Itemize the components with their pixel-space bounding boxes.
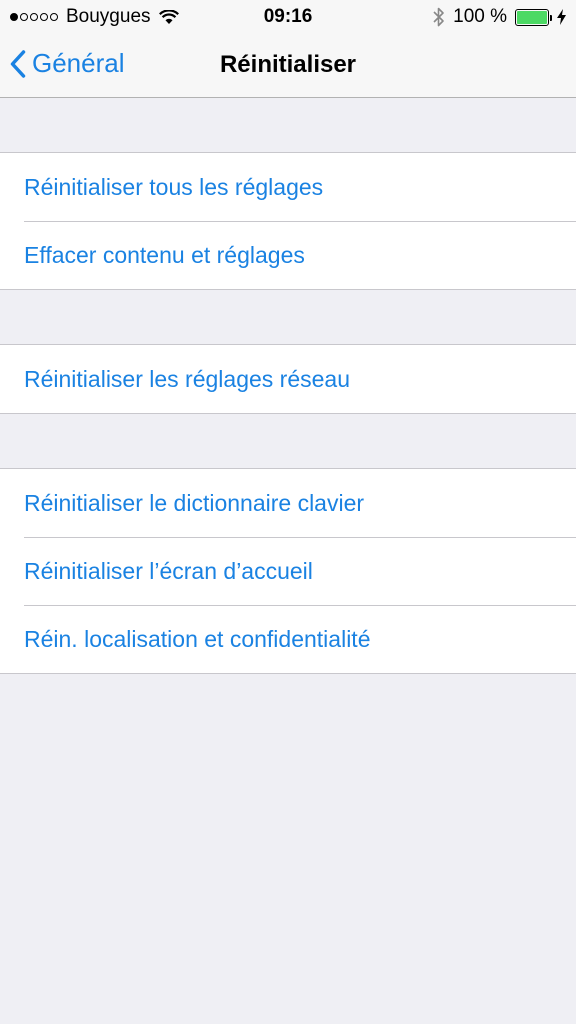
erase-content-settings-button[interactable]: Effacer contenu et réglages (0, 221, 576, 289)
row-label: Réinitialiser tous les réglages (24, 173, 324, 200)
reset-network-settings-button[interactable]: Réinitialiser les réglages réseau (0, 345, 576, 413)
reset-options-list: Réinitialiser tous les réglages Effacer … (0, 98, 576, 674)
row-label: Effacer contenu et réglages (24, 241, 305, 268)
row-label: Réinitialiser l’écran d’accueil (24, 557, 313, 584)
row-label: Réin. localisation et confidentialité (24, 625, 371, 652)
charging-bolt-icon (557, 9, 566, 25)
status-bar: Bouygues 09:16 100 % (0, 0, 576, 34)
reset-all-settings-button[interactable]: Réinitialiser tous les réglages (0, 153, 576, 221)
reset-keyboard-dictionary-button[interactable]: Réinitialiser le dictionnaire clavier (0, 469, 576, 537)
row-label: Réinitialiser les réglages réseau (24, 365, 350, 392)
row-label: Réinitialiser le dictionnaire clavier (24, 489, 365, 516)
battery-icon (515, 8, 552, 26)
reset-group-other: Réinitialiser le dictionnaire clavier Ré… (0, 468, 576, 674)
reset-home-screen-button[interactable]: Réinitialiser l’écran d’accueil (0, 537, 576, 605)
status-right: 100 % (433, 6, 566, 28)
reset-group-settings: Réinitialiser tous les réglages Effacer … (0, 152, 576, 290)
battery-percent: 100 % (453, 6, 507, 27)
reset-location-privacy-button[interactable]: Réin. localisation et confidentialité (0, 605, 576, 673)
navigation-bar: Général Réinitialiser (0, 34, 576, 98)
battery-fill (517, 10, 547, 24)
bluetooth-icon (433, 7, 444, 27)
reset-group-network: Réinitialiser les réglages réseau (0, 344, 576, 414)
page-title: Réinitialiser (219, 51, 357, 78)
